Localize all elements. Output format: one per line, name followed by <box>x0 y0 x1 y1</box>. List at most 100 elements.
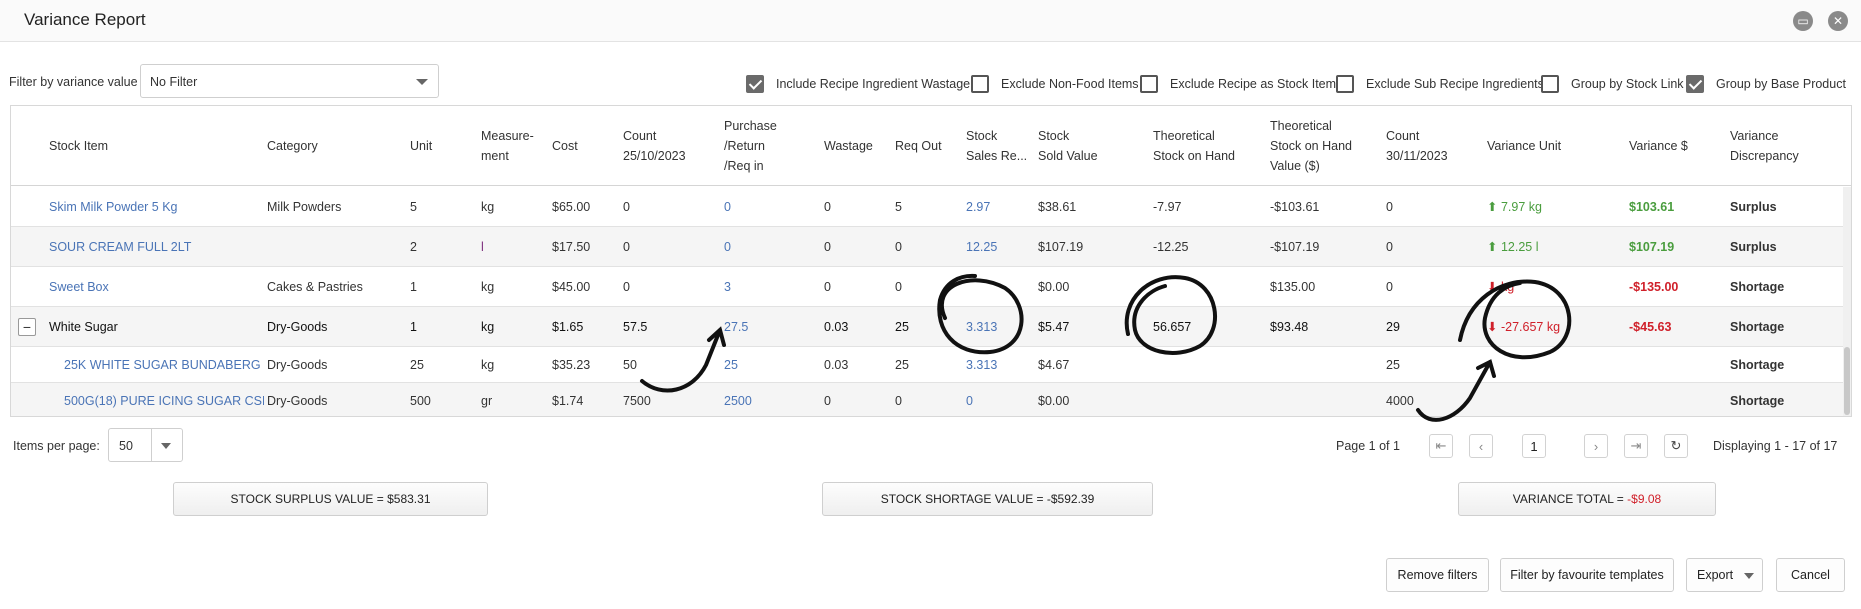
arrow-down-icon: ⬇ <box>1487 280 1501 294</box>
cell-stock-item: SOUR CREAM FULL 2LT <box>49 239 192 254</box>
table-row[interactable]: SOUR CREAM FULL 2LT 2 l $17.50 0 0 0 0 12.25 $107… <box>11 227 1851 267</box>
header-stock-item[interactable]: Stock Item <box>49 106 108 186</box>
scrollbar-thumb[interactable] <box>1844 347 1850 415</box>
cell-stock-sold-value: $5.47 <box>1038 319 1070 334</box>
cell-purchase: 3 <box>724 279 731 294</box>
cell-category: Dry-Goods <box>267 393 328 408</box>
header-unit[interactable]: Unit <box>410 106 432 186</box>
cell-wastage: 0.03 <box>824 319 849 334</box>
cell-req-out: 0 <box>895 393 902 408</box>
cell-wastage: 0.03 <box>824 357 849 372</box>
cell-count-end: 0 <box>1386 239 1393 254</box>
cell-stock-sold-value: $0.00 <box>1038 393 1070 408</box>
cell-variance-discrepancy: Shortage <box>1730 319 1785 334</box>
cell-measurement: kg <box>481 319 495 334</box>
cell-variance-discrepancy: Surplus <box>1730 199 1777 214</box>
exclude-nonfood-checkbox[interactable]: Exclude Non-Food Items <box>971 74 1139 94</box>
items-per-page-label: Items per page: <box>13 439 100 453</box>
cell-count-start: 50 <box>623 357 637 372</box>
cell-variance-discrepancy: Surplus <box>1730 239 1777 254</box>
first-page-icon[interactable]: ⇤ <box>1429 434 1453 458</box>
table-row[interactable]: Sweet Box Cakes & Pastries 1 kg $45.00 0 3 0 0 $0… <box>11 267 1851 307</box>
cell-count-start: 7500 <box>623 393 651 408</box>
items-per-page-value: 50 <box>119 439 133 453</box>
header-stock-sales[interactable]: Stock Sales Re... <box>966 106 1027 186</box>
cell-purchase: 25 <box>724 357 738 372</box>
variance-total-button[interactable]: VARIANCE TOTAL = -$9.08 <box>1458 482 1716 516</box>
header-count-end[interactable]: Count 30/11/2023 <box>1386 106 1448 186</box>
header-purchase[interactable]: Purchase/Return/Req in <box>724 106 777 186</box>
table-row-group[interactable]: − White Sugar Dry-Goods 1 kg $1.65 57.5 27.5 0.0… <box>11 307 1851 347</box>
variance-total-value: -$9.08 <box>1627 492 1662 506</box>
exclude-subrecipe-checkbox[interactable]: Exclude Sub Recipe Ingredients <box>1336 74 1544 94</box>
cell-theoretical-soh-value: -$107.19 <box>1270 239 1320 254</box>
items-per-page-select[interactable]: 50 <box>108 428 183 462</box>
cell-stock-sold-value: $38.61 <box>1038 199 1077 214</box>
cell-count-end: 4000 <box>1386 393 1414 408</box>
cell-count-start: 0 <box>623 279 630 294</box>
header-wastage[interactable]: Wastage <box>824 106 873 186</box>
header-cost[interactable]: Cost <box>552 106 578 186</box>
remove-filters-button[interactable]: Remove filters <box>1386 558 1489 592</box>
cell-theoretical-soh: -7.97 <box>1153 199 1182 214</box>
favourite-templates-button[interactable]: Filter by favourite templates <box>1500 558 1674 592</box>
last-page-icon[interactable]: ⇥ <box>1624 434 1648 458</box>
cell-stock-sold-value: $0.00 <box>1038 279 1070 294</box>
cell-variance-discrepancy: Shortage <box>1730 357 1785 372</box>
cell-stock-sales: 2.97 <box>966 199 991 214</box>
page-number[interactable]: 1 <box>1522 434 1546 458</box>
window-title: Variance Report <box>24 10 146 29</box>
grid-scrollbar[interactable] <box>1843 187 1851 416</box>
cell-variance-unit: ⬇ -27.657 kg <box>1487 320 1561 334</box>
collapse-group-icon[interactable]: − <box>18 317 36 336</box>
checkbox-icon <box>1336 75 1354 93</box>
cell-unit: 2 <box>410 239 417 254</box>
header-req-out[interactable]: Req Out <box>895 106 942 186</box>
group-base-product-checkbox[interactable]: Group by Base Product <box>1686 74 1846 94</box>
header-variance-discrepancy[interactable]: Variance Discrepancy <box>1730 106 1799 186</box>
header-theoretical-soh-value[interactable]: Theoretical Stock on Hand Value ($) <box>1270 106 1352 186</box>
cell-measurement: kg <box>481 279 495 294</box>
cell-theoretical-soh-value: $93.48 <box>1270 319 1309 334</box>
table-row[interactable]: 500G(18) PURE ICING SUGAR CSR Dry-Goods 50… <box>11 383 1851 416</box>
header-count-start[interactable]: Count 25/10/2023 <box>623 106 686 186</box>
checkbox-icon <box>971 75 989 93</box>
export-button[interactable]: Export <box>1686 558 1763 592</box>
cell-stock-sales: 12.25 <box>966 239 998 254</box>
cell-theoretical-soh-value: -$103.61 <box>1270 199 1320 214</box>
grid-header: Stock Item Category Unit Measure-ment Cost Co… <box>11 106 1851 186</box>
cell-cost: $1.65 <box>552 319 584 334</box>
variance-filter-select[interactable]: No Filter <box>140 64 439 98</box>
surplus-value-button[interactable]: STOCK SURPLUS VALUE = $583.31 <box>173 482 488 516</box>
header-stock-sold-value[interactable]: Stock Sold Value <box>1038 106 1098 186</box>
header-theoretical-soh[interactable]: Theoretical Stock on Hand <box>1153 106 1235 186</box>
cell-purchase: 27.5 <box>724 319 749 334</box>
cell-measurement: kg <box>481 199 495 214</box>
cell-measurement: gr <box>481 393 493 408</box>
cell-wastage: 0 <box>824 199 831 214</box>
next-page-icon[interactable]: › <box>1584 434 1608 458</box>
cell-theoretical-soh-value: $135.00 <box>1270 279 1316 294</box>
shortage-value-button[interactable]: STOCK SHORTAGE VALUE = -$592.39 <box>822 482 1153 516</box>
header-measurement[interactable]: Measure-ment <box>481 106 534 186</box>
header-variance-amount[interactable]: Variance $ <box>1629 106 1688 186</box>
table-row[interactable]: 25K WHITE SUGAR BUNDABERG S... Dry-Goods 2… <box>11 347 1851 383</box>
export-label: Export <box>1697 568 1734 582</box>
header-variance-unit[interactable]: Variance Unit <box>1487 106 1561 186</box>
maximize-icon[interactable]: ▭ <box>1793 11 1813 31</box>
refresh-icon[interactable]: ↻ <box>1664 434 1688 458</box>
table-row[interactable]: Skim Milk Powder 5 Kg Milk Powders 5 kg $65.… <box>11 187 1851 227</box>
group-stock-link-checkbox[interactable]: Group by Stock Link <box>1541 74 1684 94</box>
close-icon[interactable]: ✕ <box>1828 11 1848 31</box>
cell-variance-unit: ⬆ 7.97 kg <box>1487 200 1542 214</box>
cell-stock-item: Sweet Box <box>49 279 109 294</box>
checkbox-icon <box>746 75 764 93</box>
exclude-recipe-stock-checkbox[interactable]: Exclude Recipe as Stock Item <box>1140 74 1336 94</box>
prev-page-icon[interactable]: ‹ <box>1469 434 1493 458</box>
header-category[interactable]: Category <box>267 106 318 186</box>
include-wastage-checkbox[interactable]: Include Recipe Ingredient Wastage <box>746 74 970 94</box>
cancel-button[interactable]: Cancel <box>1776 558 1845 592</box>
chevron-down-icon <box>416 79 428 85</box>
cell-purchase: 0 <box>724 199 731 214</box>
cell-stock-sales: 3.313 <box>966 357 998 372</box>
